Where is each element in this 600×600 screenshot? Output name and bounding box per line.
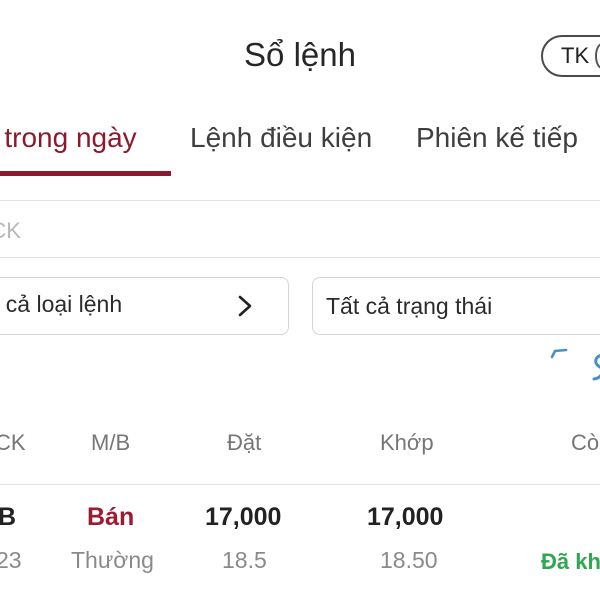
- account-button[interactable]: TK: [541, 35, 600, 77]
- tabs-divider: [0, 200, 600, 201]
- chevron-right-icon: [238, 295, 252, 317]
- order-price: 17,000: [205, 503, 282, 531]
- refresh-icon[interactable]: [550, 348, 568, 360]
- order-quantity: 18.5: [222, 547, 267, 573]
- account-icon: [595, 43, 600, 69]
- order-symbol-sub: 23: [0, 547, 22, 573]
- search-divider: [0, 257, 600, 258]
- tab-conditional-orders[interactable]: Lệnh điều kiện: [190, 122, 372, 154]
- account-button-label: TK: [561, 43, 590, 68]
- column-header-order: Đặt: [227, 430, 262, 455]
- order-symbol: B: [0, 503, 17, 531]
- column-header-symbol: CK: [0, 430, 26, 455]
- column-header-matched: Khớp: [380, 430, 434, 455]
- order-status-filter[interactable]: Tất cả trạng thái: [312, 277, 600, 335]
- order-status-filter-label: Tất cả trạng thái: [326, 292, 493, 319]
- table-row[interactable]: B 23 Bán Thường 17,000 18.5 17,000 18.50…: [0, 485, 600, 600]
- matched-quantity: 18.50: [380, 547, 438, 573]
- active-tab-indicator: [0, 171, 171, 176]
- order-kind: Thường: [71, 547, 154, 573]
- order-status-badge: Đã kh: [541, 549, 600, 574]
- sync-icon[interactable]: [592, 352, 600, 382]
- order-type-filter[interactable]: t cả loại lệnh: [0, 277, 289, 335]
- page-title: Sổ lệnh: [244, 36, 356, 73]
- tab-next-session[interactable]: Phiên kế tiếp: [416, 122, 578, 154]
- order-side: Bán: [87, 503, 135, 531]
- column-header-status: Cò: [571, 430, 600, 455]
- symbol-search-input[interactable]: [0, 210, 600, 252]
- order-type-filter-label: t cả loại lệnh: [0, 291, 123, 317]
- column-header-side: M/B: [91, 430, 131, 455]
- matched-price: 17,000: [367, 503, 444, 531]
- tab-intraday-orders[interactable]: h trong ngày: [0, 122, 137, 154]
